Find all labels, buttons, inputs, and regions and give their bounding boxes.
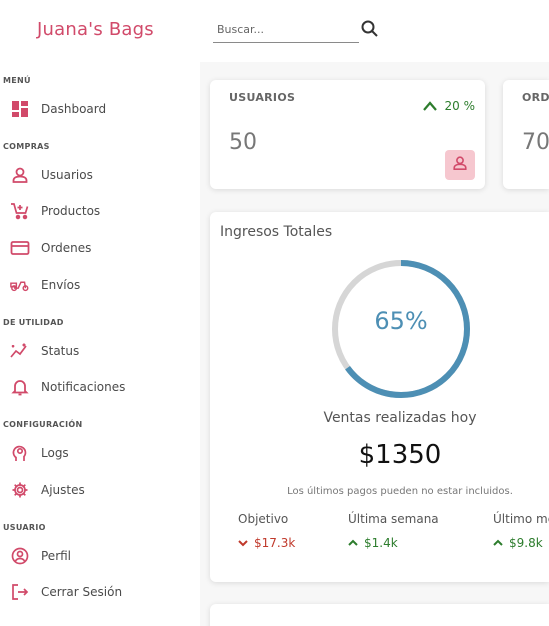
sidebar-item-label: Productos (41, 204, 101, 218)
sidebar-item-label: Usuarios (41, 168, 93, 182)
stat-title: USUARIOS (229, 91, 296, 104)
sidebar-item-status[interactable]: Status (10, 338, 190, 364)
sidebar-item-label: Cerrar Sesión (41, 585, 123, 599)
cart-icon (10, 201, 30, 221)
sidebar-item-ordenes[interactable]: Ordenes (10, 235, 190, 261)
search-input[interactable] (213, 17, 359, 41)
next-card (210, 604, 549, 626)
sidebar-item-label: Logs (41, 446, 69, 460)
profile-circle-icon (10, 546, 30, 566)
chevron-up-icon (493, 536, 509, 550)
summary-value: $1.4k (364, 536, 398, 550)
chevron-up-icon (348, 536, 364, 550)
dashboard-icon (10, 99, 30, 119)
bell-icon (10, 377, 30, 397)
sidebar-item-label: Ajustes (41, 483, 85, 497)
summary-value: $9.8k (509, 536, 543, 550)
summary-value-row: $9.8k (493, 536, 549, 550)
delivery-scooter-icon (10, 275, 30, 295)
sidebar-item-perfil[interactable]: Perfil (10, 543, 190, 569)
gear-icon (10, 480, 30, 500)
card-title: Ingresos Totales (220, 224, 333, 240)
search-bar (213, 17, 359, 43)
stat-card-ordenes[interactable]: ORD 70 (503, 80, 549, 189)
sidebar: Juana's Bags MENÚ Dashboard COMPRAS Usua… (0, 0, 200, 626)
chevron-down-icon (238, 536, 254, 550)
summary-ultima-semana: Última semana $1.4k (348, 512, 439, 550)
brain-head-icon (10, 443, 30, 463)
section-title-usuario: USUARIO (3, 523, 46, 532)
sidebar-item-label: Perfil (41, 549, 72, 563)
progress-percent: 65% (374, 307, 428, 335)
section-title-compras: COMPRAS (3, 142, 50, 151)
sidebar-item-cerrar-sesion[interactable]: Cerrar Sesión (10, 579, 190, 605)
section-title-utilidad: DE UTILIDAD (3, 318, 64, 327)
sidebar-item-label: Dashboard (41, 102, 107, 116)
stat-badge[interactable] (445, 150, 475, 180)
sidebar-item-usuarios[interactable]: Usuarios (10, 162, 190, 188)
section-title-configuracion: CONFIGURACIÓN (3, 420, 83, 429)
sidebar-item-label: Envíos (41, 278, 81, 292)
search-button[interactable] (360, 19, 380, 39)
section-title-menu: MENÚ (3, 76, 31, 85)
stat-trend-value: 20 % (444, 98, 476, 113)
search-icon (360, 20, 380, 43)
sparkle-chart-icon (10, 341, 30, 361)
stat-value: 70 (522, 130, 549, 155)
user-icon (10, 165, 30, 185)
brand-logo[interactable]: Juana's Bags (37, 19, 154, 40)
summary-value: $17.3k (254, 536, 296, 550)
summary-label: Objetivo (238, 512, 289, 526)
income-card: Ingresos Totales 65% Ventas realizadas h… (210, 212, 549, 582)
user-icon (452, 155, 468, 175)
summary-ultimo-mes: Último mes $9.8k (493, 512, 549, 550)
sidebar-item-label: Ordenes (41, 241, 92, 255)
sales-amount: $1350 (358, 440, 442, 470)
credit-card-icon (10, 238, 30, 258)
summary-label: Última semana (348, 512, 439, 526)
summary-value-row: $1.4k (348, 536, 439, 550)
summary-value-row: $17.3k (238, 536, 295, 550)
sidebar-item-logs[interactable]: Logs (10, 440, 190, 466)
sidebar-item-productos[interactable]: Productos (10, 198, 190, 224)
sales-note: Los últimos pagos pueden no estar inclui… (287, 486, 513, 497)
stat-trend: 20 % (422, 96, 476, 115)
arrow-up-icon (422, 96, 437, 115)
stat-card-usuarios[interactable]: USUARIOS 20 % 50 (210, 80, 485, 189)
sidebar-item-envios[interactable]: Envíos (10, 272, 190, 298)
sidebar-item-dashboard[interactable]: Dashboard (10, 96, 190, 122)
stat-value: 50 (229, 130, 257, 155)
sales-label: Ventas realizadas hoy (323, 410, 477, 426)
logout-icon (10, 582, 30, 602)
stat-title: ORD (522, 91, 549, 104)
sidebar-item-ajustes[interactable]: Ajustes (10, 477, 190, 503)
summary-objetivo: Objetivo $17.3k (238, 512, 295, 550)
sidebar-item-notificaciones[interactable]: Notificaciones (10, 374, 190, 400)
sidebar-item-label: Status (41, 344, 80, 358)
sidebar-item-label: Notificaciones (41, 380, 126, 394)
summary-label: Último mes (493, 512, 549, 526)
